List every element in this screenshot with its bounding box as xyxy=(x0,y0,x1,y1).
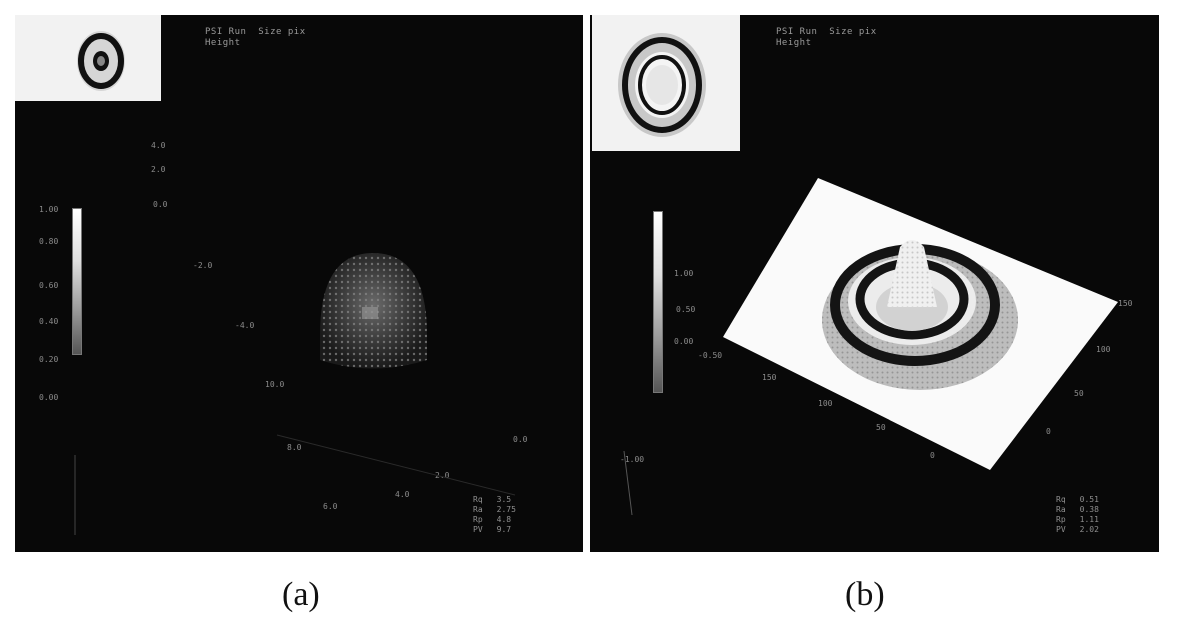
panel-b-surface-plot xyxy=(623,178,1118,516)
stat-label: Ra xyxy=(473,505,483,514)
stat-value: 2.02 xyxy=(1079,525,1099,534)
stat-value: 0.38 xyxy=(1079,505,1099,514)
stat-value: 4.8 xyxy=(496,515,512,524)
panel-a-viewport[interactable]: PSI Run Size pix Height 1.00 0.80 0.60 0… xyxy=(15,15,583,552)
stat-value: 2.75 xyxy=(496,505,516,514)
panel-a-surface-plot xyxy=(74,253,516,535)
stat-label: Rp xyxy=(1056,515,1066,524)
panel-a-stats: Rq 3.5 Ra 2.75 Rp 4.8 PV 9.7 xyxy=(473,495,516,535)
stat-label: PV xyxy=(1056,525,1066,534)
panel-b-viewport[interactable]: PSI Run Size pix Height 1.00 0.50 0.00 -… xyxy=(590,15,1159,552)
stat-label: Rq xyxy=(473,495,483,504)
stat-value: 9.7 xyxy=(496,525,512,534)
stat-label: Ra xyxy=(1056,505,1066,514)
stat-label: Rq xyxy=(1056,495,1066,504)
stat-label: PV xyxy=(473,525,483,534)
caption-a: (a) xyxy=(282,576,320,613)
stat-value: 3.5 xyxy=(496,495,512,504)
stat-label: Rp xyxy=(473,515,483,524)
stat-value: 1.11 xyxy=(1079,515,1099,524)
stat-value: 0.51 xyxy=(1079,495,1099,504)
panel-b-stats: Rq 0.51 Ra 0.38 Rp 1.11 PV 2.02 xyxy=(1056,495,1099,535)
caption-b: (b) xyxy=(845,576,885,613)
